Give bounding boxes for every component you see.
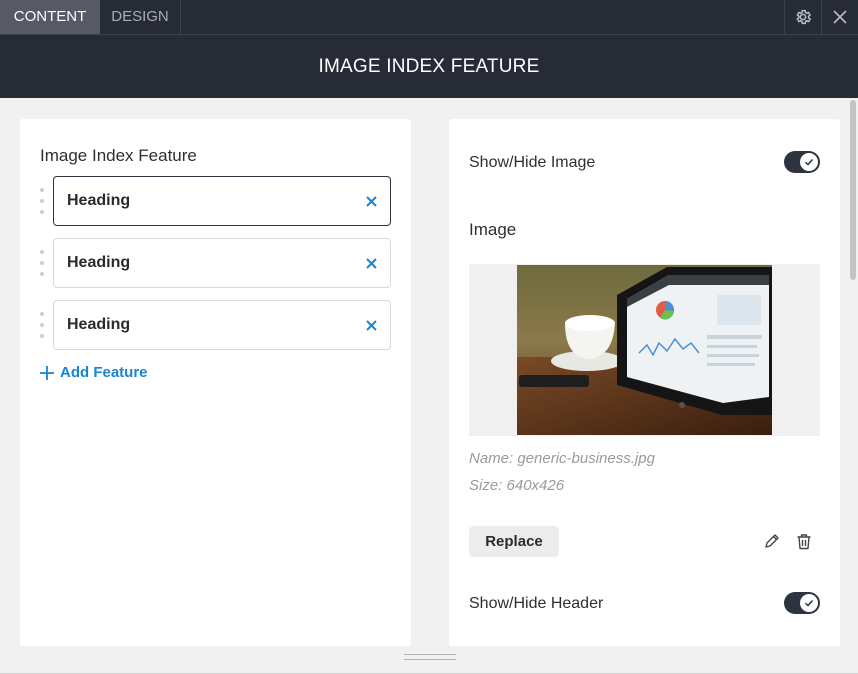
close-icon (365, 195, 377, 207)
feature-list-title: Image Index Feature (40, 146, 197, 165)
page-title: IMAGE INDEX FEATURE (318, 55, 540, 77)
feature-label: Heading (67, 316, 131, 333)
remove-feature-button[interactable] (362, 192, 380, 210)
settings-button[interactable] (784, 0, 821, 34)
feature-row: Heading (20, 176, 411, 226)
bottom-resize-bar (0, 646, 858, 674)
add-feature-button[interactable]: Add Feature (40, 364, 148, 381)
toggle-knob (800, 594, 818, 612)
close-icon (365, 319, 377, 331)
image-thumbnail (517, 265, 772, 435)
delete-image-button[interactable] (795, 532, 813, 550)
check-icon (804, 158, 814, 166)
close-button[interactable] (821, 0, 858, 34)
feature-item[interactable]: Heading (53, 300, 391, 350)
show-hide-header-label: Show/Hide Header (469, 595, 604, 612)
image-section-label: Image (469, 220, 517, 239)
show-hide-header-toggle[interactable] (784, 592, 820, 614)
top-bar: CONTENT DESIGN (0, 0, 858, 35)
image-name-text: Name: generic-business.jpg (469, 450, 655, 467)
feature-item[interactable]: Heading (53, 238, 391, 288)
feature-label: Heading (67, 254, 131, 271)
tab-design[interactable]: DESIGN (100, 0, 181, 34)
trash-icon (797, 533, 811, 549)
check-icon (804, 599, 814, 607)
tablet-photo-image (517, 265, 772, 435)
feature-label: Heading (67, 192, 131, 209)
image-preview[interactable] (469, 264, 820, 436)
gear-icon (796, 9, 812, 25)
add-feature-label: Add Feature (60, 364, 148, 381)
scrollbar-thumb[interactable] (850, 100, 856, 280)
show-hide-image-label: Show/Hide Image (469, 154, 596, 171)
feature-row: Heading (20, 238, 411, 288)
resize-handle-icon[interactable] (404, 654, 456, 660)
remove-feature-button[interactable] (362, 316, 380, 334)
feature-list-panel: Image Index Feature Heading Heading Head… (20, 119, 411, 647)
toggle-knob (800, 153, 818, 171)
pencil-icon (765, 534, 779, 548)
feature-settings-panel: Show/Hide Image Image Name: generic-busi… (449, 119, 840, 647)
drag-handle-icon[interactable] (38, 312, 46, 338)
remove-feature-button[interactable] (362, 254, 380, 272)
feature-row: Heading (20, 300, 411, 350)
close-icon (365, 257, 377, 269)
plus-icon (40, 365, 54, 380)
close-icon (833, 10, 847, 24)
tab-content[interactable]: CONTENT (0, 0, 100, 34)
show-hide-image-toggle[interactable] (784, 151, 820, 173)
image-size-text: Size: 640x426 (469, 477, 565, 494)
panel-header: IMAGE INDEX FEATURE (0, 35, 858, 98)
drag-handle-icon[interactable] (38, 250, 46, 276)
feature-item[interactable]: Heading (53, 176, 391, 226)
drag-handle-icon[interactable] (38, 188, 46, 214)
replace-image-button[interactable]: Replace (469, 526, 559, 557)
edit-image-button[interactable] (763, 532, 781, 550)
